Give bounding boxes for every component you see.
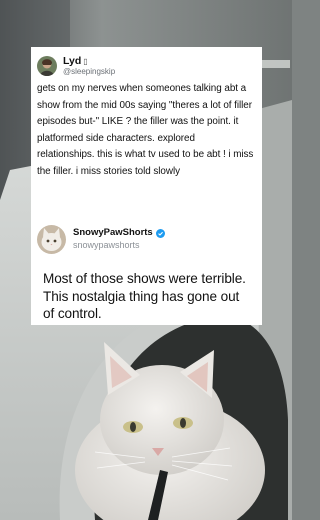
post-text: gets on my nerves when someones talking … bbox=[37, 83, 254, 177]
display-name[interactable]: SnowyPawShorts bbox=[73, 228, 165, 238]
display-name[interactable]: Lyd ▯ bbox=[63, 56, 115, 67]
user-handle[interactable]: snowypawshorts bbox=[73, 240, 165, 250]
original-post-card[interactable]: Lyd ▯ @sleepingskip gets on my nerves whe… bbox=[31, 47, 262, 215]
reply-post-card[interactable]: SnowyPawShorts snowypawshorts Most of th… bbox=[31, 215, 262, 325]
cat-avatar-icon bbox=[37, 224, 66, 254]
reply-post-header: SnowyPawShorts snowypawshorts bbox=[37, 222, 254, 256]
profile-photo-icon bbox=[37, 56, 57, 76]
avatar[interactable] bbox=[37, 56, 57, 76]
user-handle[interactable]: @sleepingskip bbox=[63, 68, 115, 76]
name-emoji: ▯ bbox=[83, 56, 88, 66]
reply-text: Most of those shows were terrible. This … bbox=[43, 271, 246, 321]
original-post-header: Lyd ▯ @sleepingskip bbox=[37, 53, 254, 79]
avatar[interactable] bbox=[37, 224, 66, 254]
verified-badge-icon bbox=[155, 228, 165, 238]
